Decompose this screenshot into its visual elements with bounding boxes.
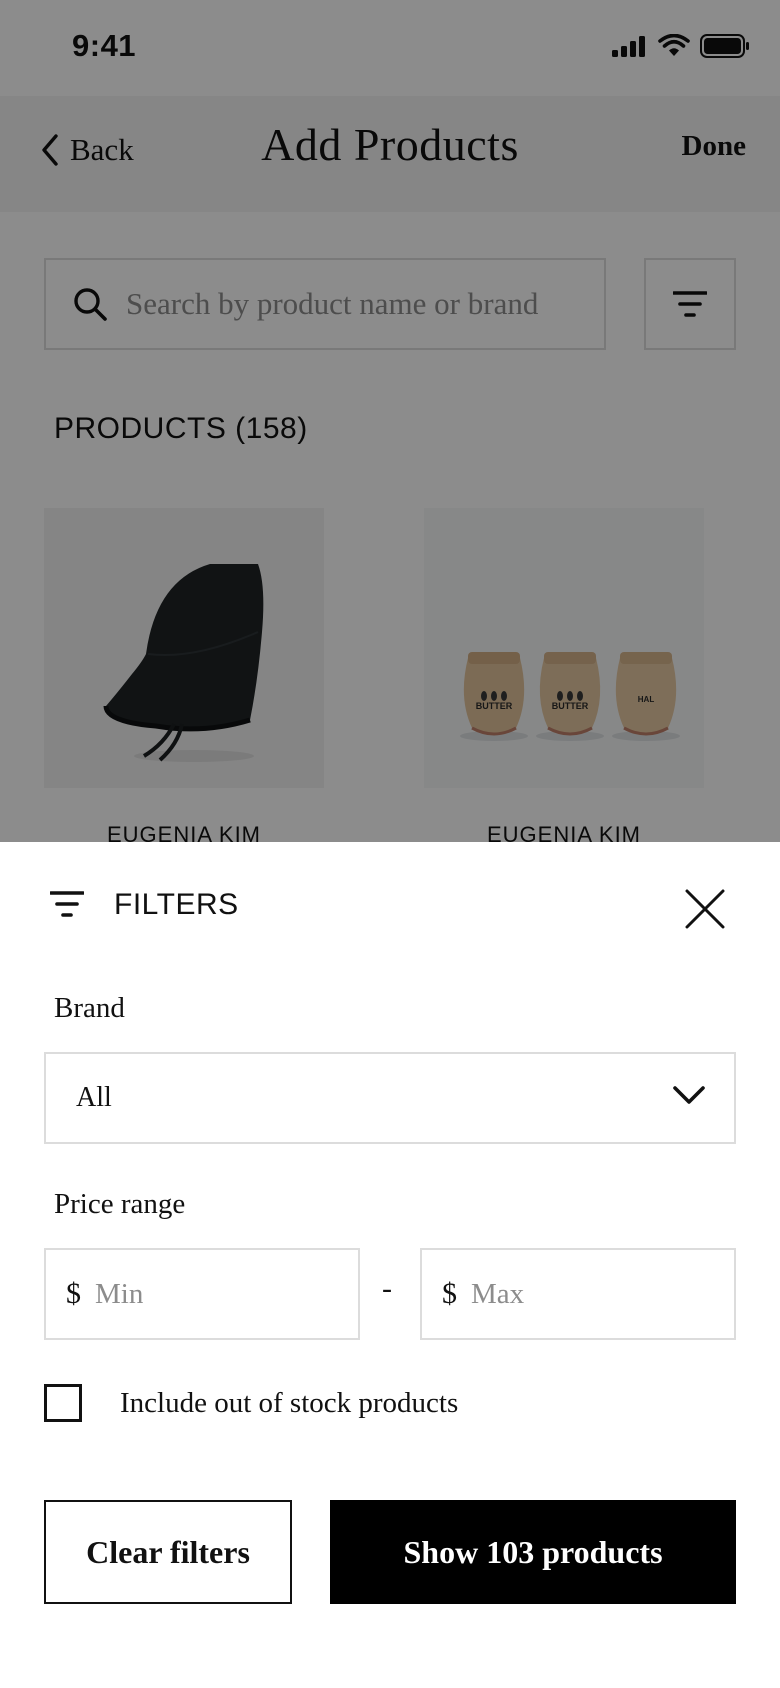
- out-of-stock-option[interactable]: Include out of stock products: [44, 1384, 458, 1422]
- modal-overlay[interactable]: [0, 0, 780, 842]
- brand-label: Brand: [54, 992, 125, 1024]
- filters-header: FILTERS: [0, 842, 780, 972]
- currency-symbol: $: [66, 1277, 81, 1310]
- clear-filters-button[interactable]: Clear filters: [44, 1500, 292, 1604]
- filter-icon: [50, 891, 84, 917]
- show-products-button[interactable]: Show 103 products: [330, 1500, 736, 1604]
- out-of-stock-checkbox[interactable]: [44, 1384, 82, 1422]
- currency-symbol: $: [442, 1277, 457, 1310]
- price-range-separator: -: [382, 1272, 392, 1305]
- chevron-down-icon: [673, 1086, 705, 1104]
- price-min-placeholder: Min: [95, 1277, 144, 1310]
- out-of-stock-label: Include out of stock products: [120, 1386, 459, 1419]
- price-max-placeholder: Max: [471, 1277, 525, 1310]
- close-icon[interactable]: [682, 886, 728, 932]
- brand-select-value: All: [76, 1082, 112, 1113]
- price-max-input[interactable]: $ Max: [420, 1248, 736, 1340]
- add-products-page: 9:41 Back Add Products Done Search by pr…: [0, 0, 780, 842]
- price-min-input[interactable]: $ Min: [44, 1248, 360, 1340]
- filters-title: FILTERS: [114, 888, 239, 921]
- brand-select[interactable]: All: [44, 1052, 736, 1144]
- price-range-label: Price range: [54, 1188, 186, 1220]
- filters-sheet: FILTERS Brand All Price range $ Min - $ …: [0, 842, 780, 1688]
